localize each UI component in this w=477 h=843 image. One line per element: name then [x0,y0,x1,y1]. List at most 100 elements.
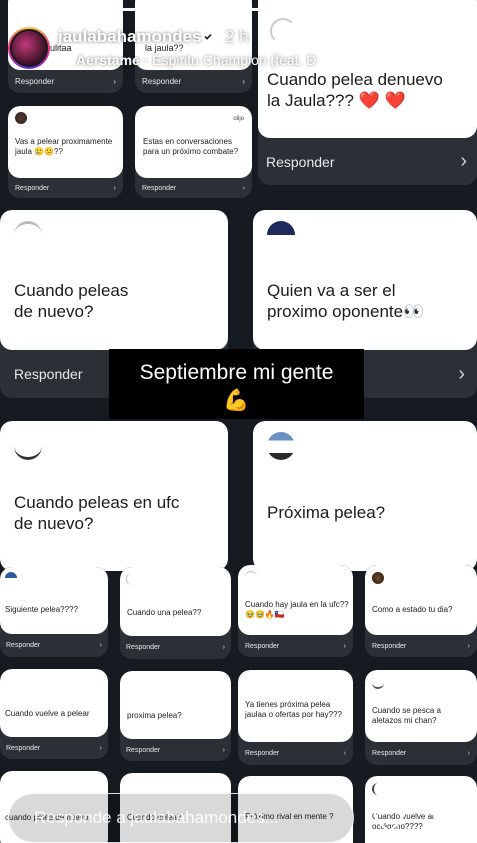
music-song: Espiritu Champion (feat. D [152,52,317,68]
question-card: olijo Estas en conversaciones para un pr… [135,106,252,198]
question-text: Quien va a ser el proximo oponente👀 [267,281,425,321]
avatar [126,573,138,585]
reply-label: Responder [6,744,41,752]
reply-label: Responder [245,750,280,757]
question-box: Cuando pelea denuevo la Jaula??? ❤️ ❤️ [258,0,477,138]
chevron-right-icon: › [222,644,225,651]
username[interactable]: jaulabahamondes [58,27,202,47]
question-box: Cuando se pesca a aletazos mi chan? [365,670,477,742]
time-ago: 2 h [225,27,249,46]
question-box: Cuando una pelea?? [120,567,231,636]
question-text: Cuando peleas en ufc de nuevo? [14,493,180,533]
reply-row: Responder › [238,635,353,657]
reply-row: Responder › [0,737,108,759]
question-text: Vas a pelear proximamente jaula 🥲😕?? [15,137,113,156]
music-label[interactable]: Aerstame · Espiritu Champion (feat. D [58,52,316,68]
music-artist: Aerstame [76,52,140,68]
music-note-icon [59,55,69,68]
question-card: proxima pelea? Responder › [120,671,231,761]
speaker-muted-icon[interactable] [342,36,368,60]
question-card: Cuando hay jaula en la ufc??🥹🥹🔥🇨🇱 Respon… [238,565,353,657]
question-card: Siguiente pelea???? Responder › [0,567,108,657]
chevron-right-icon: › [222,746,225,754]
reply-input[interactable]: Responde a jaulabahamondes... [8,793,354,843]
story-progress-bar [8,8,469,11]
send-icon[interactable] [424,803,458,835]
question-box: Siguiente pelea???? [0,567,108,634]
reply-row: Responder › [238,742,353,765]
avatar [267,221,295,249]
reply-row: Responder › [258,138,477,185]
question-text: Cuando una pelea?? [127,608,202,617]
question-card: Como a estado tu dia? Responder › [365,565,477,657]
question-text: Cuando hay jaula en la ufc??🥹🥹🔥🇨🇱 [245,600,349,619]
chevron-right-icon: › [99,744,102,752]
reply-row: Responder › [120,636,231,659]
question-text: proxima pelea? [127,711,182,720]
chevron-right-icon: › [467,642,470,650]
question-card: Cuando peleas en ufc de nuevo? [0,421,228,571]
question-box: Quien va a ser el proximo oponente👀 [253,210,477,350]
chevron-right-icon: › [467,750,470,757]
reply-label: Responder [6,642,41,649]
question-text: Próxima pelea? [267,503,386,522]
question-box: Cuando vuelve a pelear [0,669,108,737]
reply-label: Responder [142,184,177,192]
reply-row: Responder › [120,739,231,761]
chevron-right-icon: › [242,77,245,86]
chevron-right-icon: › [113,184,116,192]
question-card: Ya tienes próxima pelea jaulaa o ofertas… [238,670,353,765]
question-box: Cuando hay jaula en la ufc??🥹🥹🔥🇨🇱 [238,565,353,635]
heart-icon[interactable] [372,803,406,835]
reply-label: Responder [126,746,161,754]
reply-label: Responder [372,642,407,650]
chevron-right-icon: › [99,642,102,649]
story-viewer: jaulitaa Responder › la jaula?? Responder… [0,0,477,843]
question-box: Próxima pelea? [253,421,477,571]
chevron-right-icon: › [343,750,346,757]
reply-row: Responder › [8,70,123,93]
play-icon[interactable] [384,36,410,60]
caption-text: Septiembre mi gente [139,361,334,384]
reply-label: Responder [372,750,407,757]
reply-label: Responder [245,642,280,650]
question-card: Cuando pelea denuevo la Jaula??? ❤️ ❤️ R… [258,0,477,185]
question-tag: olijo [233,116,244,122]
reply-row: Responder › [365,742,477,765]
avatar [14,432,42,460]
question-card: Cuando vuelve a pelear Responder › [0,669,108,759]
avatar [372,783,384,795]
reply-label: Responder [15,77,55,86]
reply-row: Responder › [135,178,252,198]
question-card: Cuando una pelea?? Responder › [120,567,231,659]
question-box: Como a estado tu dia? [365,565,477,635]
question-text: Como a estado tu dia? [372,605,453,614]
avatar [14,221,42,249]
more-dots-icon[interactable] [426,36,454,60]
reply-label: Responder [126,644,161,651]
chevron-right-icon: › [458,362,465,385]
question-card: Vas a pelear proximamente jaula 🥲😕?? Res… [8,106,123,198]
chevron-right-icon: › [242,184,245,192]
reply-row: Responder › [0,634,108,657]
question-text: Cuando se pesca a aletazos mi chan? [372,706,441,725]
caption-emoji: 💪 [223,389,250,413]
question-text: Cuando pelea denuevo la Jaula??? ❤️ ❤️ [267,70,443,110]
profile-avatar[interactable] [8,27,50,69]
question-text: Cuando vuelve a pelear [5,709,90,718]
avatar [245,571,257,583]
reply-label: Responder [15,184,50,192]
question-card: Cuando se pesca a aletazos mi chan? Resp… [365,670,477,765]
question-box: olijo Estas en conversaciones para un pr… [135,106,252,178]
chevron-right-icon: › [343,642,346,650]
avatar [372,572,384,584]
question-text: Cuando peleas de nuevo? [14,281,129,321]
reply-label: Responder [14,366,83,382]
story-progress-fill [8,8,313,11]
reply-input-placeholder: Responde a jaulabahamondes... [34,808,279,827]
question-card: Próxima pelea? [253,421,477,571]
avatar-image [10,29,48,67]
verified-badge-icon [201,29,215,43]
question-box: Cuando peleas de nuevo? [0,210,228,350]
reply-label: Responder [142,77,182,86]
